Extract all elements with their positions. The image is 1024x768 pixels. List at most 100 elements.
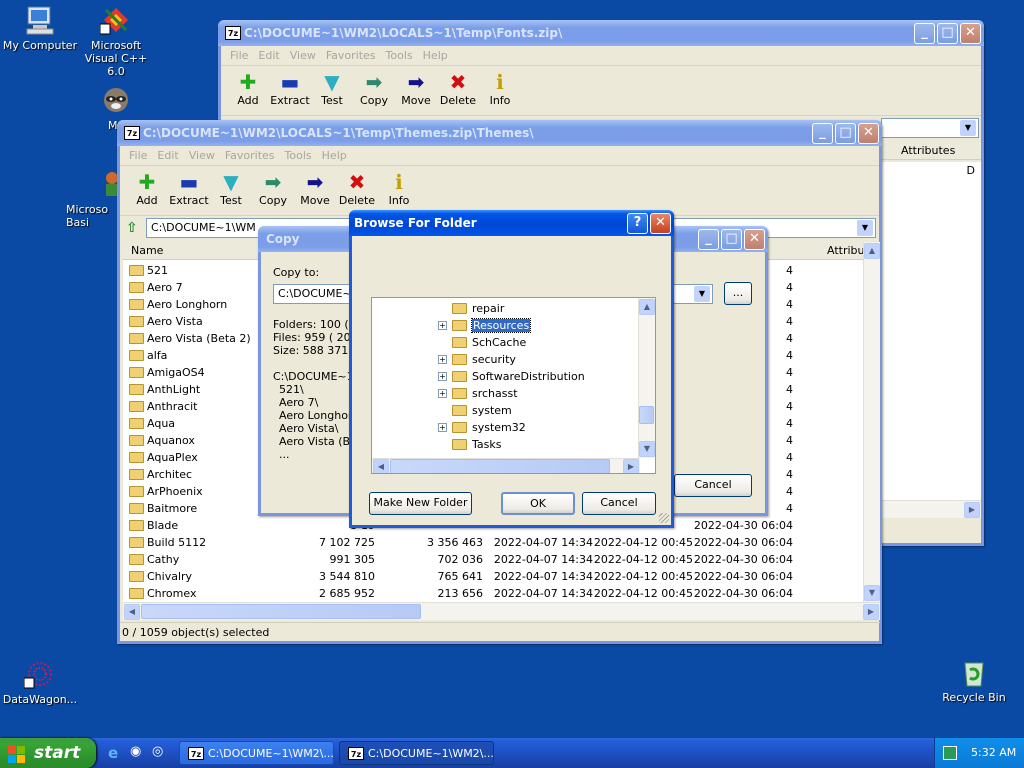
info-button[interactable]: ℹ Info xyxy=(479,66,521,115)
minimize-button[interactable]: _ xyxy=(812,123,833,144)
menu-help[interactable]: Help xyxy=(423,49,448,62)
menu-help[interactable]: Help xyxy=(322,149,347,162)
scroll-left-icon[interactable]: ◀ xyxy=(124,604,140,620)
menu-file[interactable]: File xyxy=(230,49,248,62)
hscroll-thumb[interactable] xyxy=(141,604,421,619)
scroll-left-icon[interactable]: ◀ xyxy=(373,459,389,473)
attributes-column-header[interactable]: Attributes xyxy=(881,142,981,160)
close-button[interactable]: ✕ xyxy=(650,213,671,234)
hscroll-thumb[interactable] xyxy=(390,459,610,473)
fonts-hscrollbar[interactable]: ▶ xyxy=(881,500,981,518)
scroll-right-icon[interactable]: ▶ xyxy=(623,459,639,473)
menu-favorites[interactable]: Favorites xyxy=(225,149,275,162)
player-icon[interactable]: ◎ xyxy=(152,744,163,759)
desktop-icon-my-computer[interactable]: My Computer xyxy=(0,4,80,52)
browse-button[interactable]: ... xyxy=(724,282,752,305)
table-row[interactable]: Chromex 2 685 952 213 656 2022-04-07 14:34 2… xyxy=(127,585,867,602)
close-button[interactable]: ✕ xyxy=(960,23,981,44)
clock[interactable]: 5:32 AM xyxy=(971,738,1016,768)
move-button[interactable]: ➡ Move xyxy=(395,66,437,115)
delete-button[interactable]: ✖ Delete xyxy=(336,166,378,215)
list-hscrollbar[interactable]: ◀ ▶ xyxy=(123,602,880,620)
taskbar-button-fonts[interactable]: 7z C:\DOCUME~1\WM2\... xyxy=(179,741,334,765)
help-button[interactable]: ? xyxy=(627,213,648,234)
ok-button[interactable]: OK xyxy=(501,492,575,515)
expand-icon[interactable]: + xyxy=(438,423,447,432)
tree-item[interactable]: + Resources xyxy=(438,317,532,334)
test-button[interactable]: ▼ Test xyxy=(311,66,353,115)
desktop-icon-recycle-bin[interactable]: Recycle Bin xyxy=(934,656,1014,704)
copy-button[interactable]: ➡ Copy xyxy=(353,66,395,115)
chevron-down-icon[interactable]: ▼ xyxy=(857,220,873,236)
maximize-button[interactable]: □ xyxy=(721,229,742,250)
menu-favorites[interactable]: Favorites xyxy=(326,49,376,62)
media-icon[interactable]: ◉ xyxy=(130,744,141,759)
attributes-column-header[interactable]: Attribu xyxy=(827,242,865,260)
name-column-header[interactable]: Name xyxy=(131,242,163,260)
menu-view[interactable]: View xyxy=(290,49,316,62)
cancel-button[interactable]: Cancel xyxy=(582,492,656,515)
tree-item[interactable]: SchCache xyxy=(452,334,526,351)
add-button[interactable]: ✚ Add xyxy=(126,166,168,215)
scroll-right-icon[interactable]: ▶ xyxy=(964,502,980,518)
menu-view[interactable]: View xyxy=(189,149,215,162)
expand-icon[interactable]: + xyxy=(438,372,447,381)
scroll-up-icon[interactable]: ▲ xyxy=(864,243,880,259)
chevron-down-icon[interactable]: ▼ xyxy=(694,286,710,302)
add-button[interactable]: ✚ Add xyxy=(227,66,269,115)
tree-hscrollbar[interactable]: ◀ ▶ xyxy=(372,458,640,473)
menu-tools[interactable]: Tools xyxy=(285,149,312,162)
desktop-icon-visual-cpp[interactable]: Microsoft Visual C++ 6.0 xyxy=(76,4,156,78)
tree-item[interactable]: + SoftwareDistribution xyxy=(438,368,585,385)
close-button[interactable]: ✕ xyxy=(744,229,765,250)
menu-tools[interactable]: Tools xyxy=(386,49,413,62)
make-new-folder-button[interactable]: Make New Folder xyxy=(369,492,472,515)
scroll-up-icon[interactable]: ▲ xyxy=(639,299,655,315)
desktop-icon-datawagon[interactable]: DataWagon... xyxy=(0,658,80,706)
table-row[interactable]: Build 5112 7 102 725 3 356 463 2022-04-07 1… xyxy=(127,534,867,551)
network-icon[interactable] xyxy=(943,746,957,760)
fonts-file-list[interactable]: D xyxy=(881,162,981,510)
scroll-down-icon[interactable]: ▼ xyxy=(864,585,880,601)
tree-item[interactable]: repair xyxy=(452,300,504,317)
menu-edit[interactable]: Edit xyxy=(157,149,178,162)
maximize-button[interactable]: □ xyxy=(937,23,958,44)
move-button[interactable]: ➡ Move xyxy=(294,166,336,215)
tree-vscrollbar[interactable]: ▲ ▼ xyxy=(638,298,655,458)
tree-item[interactable]: Tasks xyxy=(452,436,501,453)
close-button[interactable]: ✕ xyxy=(858,123,879,144)
minimize-button[interactable]: _ xyxy=(698,229,719,250)
ie-icon[interactable]: e xyxy=(108,744,118,762)
menu-file[interactable]: File xyxy=(129,149,147,162)
copy-button[interactable]: ➡ Copy xyxy=(252,166,294,215)
expand-icon[interactable]: + xyxy=(438,321,447,330)
tree-item[interactable]: + srchasst xyxy=(438,385,518,402)
vscroll-thumb[interactable] xyxy=(639,406,654,424)
scroll-down-icon[interactable]: ▼ xyxy=(639,441,655,457)
table-row[interactable]: Cathy 991 305 702 036 2022-04-07 14:34 2022-… xyxy=(127,551,867,568)
themes-window-titlebar[interactable]: 7z C:\DOCUME~1\WM2\LOCALS~1\Temp\Themes.… xyxy=(117,120,882,146)
browse-for-folder-dialog[interactable]: Browse For Folder ? ✕ repair + Resources Sc… xyxy=(349,210,674,528)
taskbar-button-themes[interactable]: 7z C:\DOCUME~1\WM2\... xyxy=(339,741,494,765)
start-button[interactable]: start xyxy=(0,738,96,768)
browse-dialog-titlebar[interactable]: Browse For Folder ? ✕ xyxy=(349,210,674,236)
tree-item[interactable]: system xyxy=(452,402,512,419)
scroll-right-icon[interactable]: ▶ xyxy=(863,604,879,620)
info-button[interactable]: ℹ Info xyxy=(378,166,420,215)
menu-edit[interactable]: Edit xyxy=(258,49,279,62)
table-row[interactable]: Chivalry 3 544 810 765 641 2022-04-07 14:34… xyxy=(127,568,867,585)
up-folder-icon[interactable]: ⇧ xyxy=(126,220,138,236)
copy-cancel-button[interactable]: Cancel xyxy=(674,474,752,497)
chevron-down-icon[interactable]: ▼ xyxy=(960,120,976,136)
extract-button[interactable]: ▬ Extract xyxy=(269,66,311,115)
minimize-button[interactable]: _ xyxy=(914,23,935,44)
delete-button[interactable]: ✖ Delete xyxy=(437,66,479,115)
fonts-address-bar[interactable]: ▼ xyxy=(881,118,979,138)
resize-grip-icon[interactable] xyxy=(659,513,669,523)
expand-icon[interactable]: + xyxy=(438,355,447,364)
expand-icon[interactable]: + xyxy=(438,389,447,398)
folder-tree[interactable]: repair + Resources SchCache + security + Softwa… xyxy=(371,297,656,474)
extract-button[interactable]: ▬ Extract xyxy=(168,166,210,215)
tree-item[interactable]: + system32 xyxy=(438,419,526,436)
fonts-window-titlebar[interactable]: 7z C:\DOCUME~1\WM2\LOCALS~1\Temp\Fonts.z… xyxy=(218,20,984,46)
